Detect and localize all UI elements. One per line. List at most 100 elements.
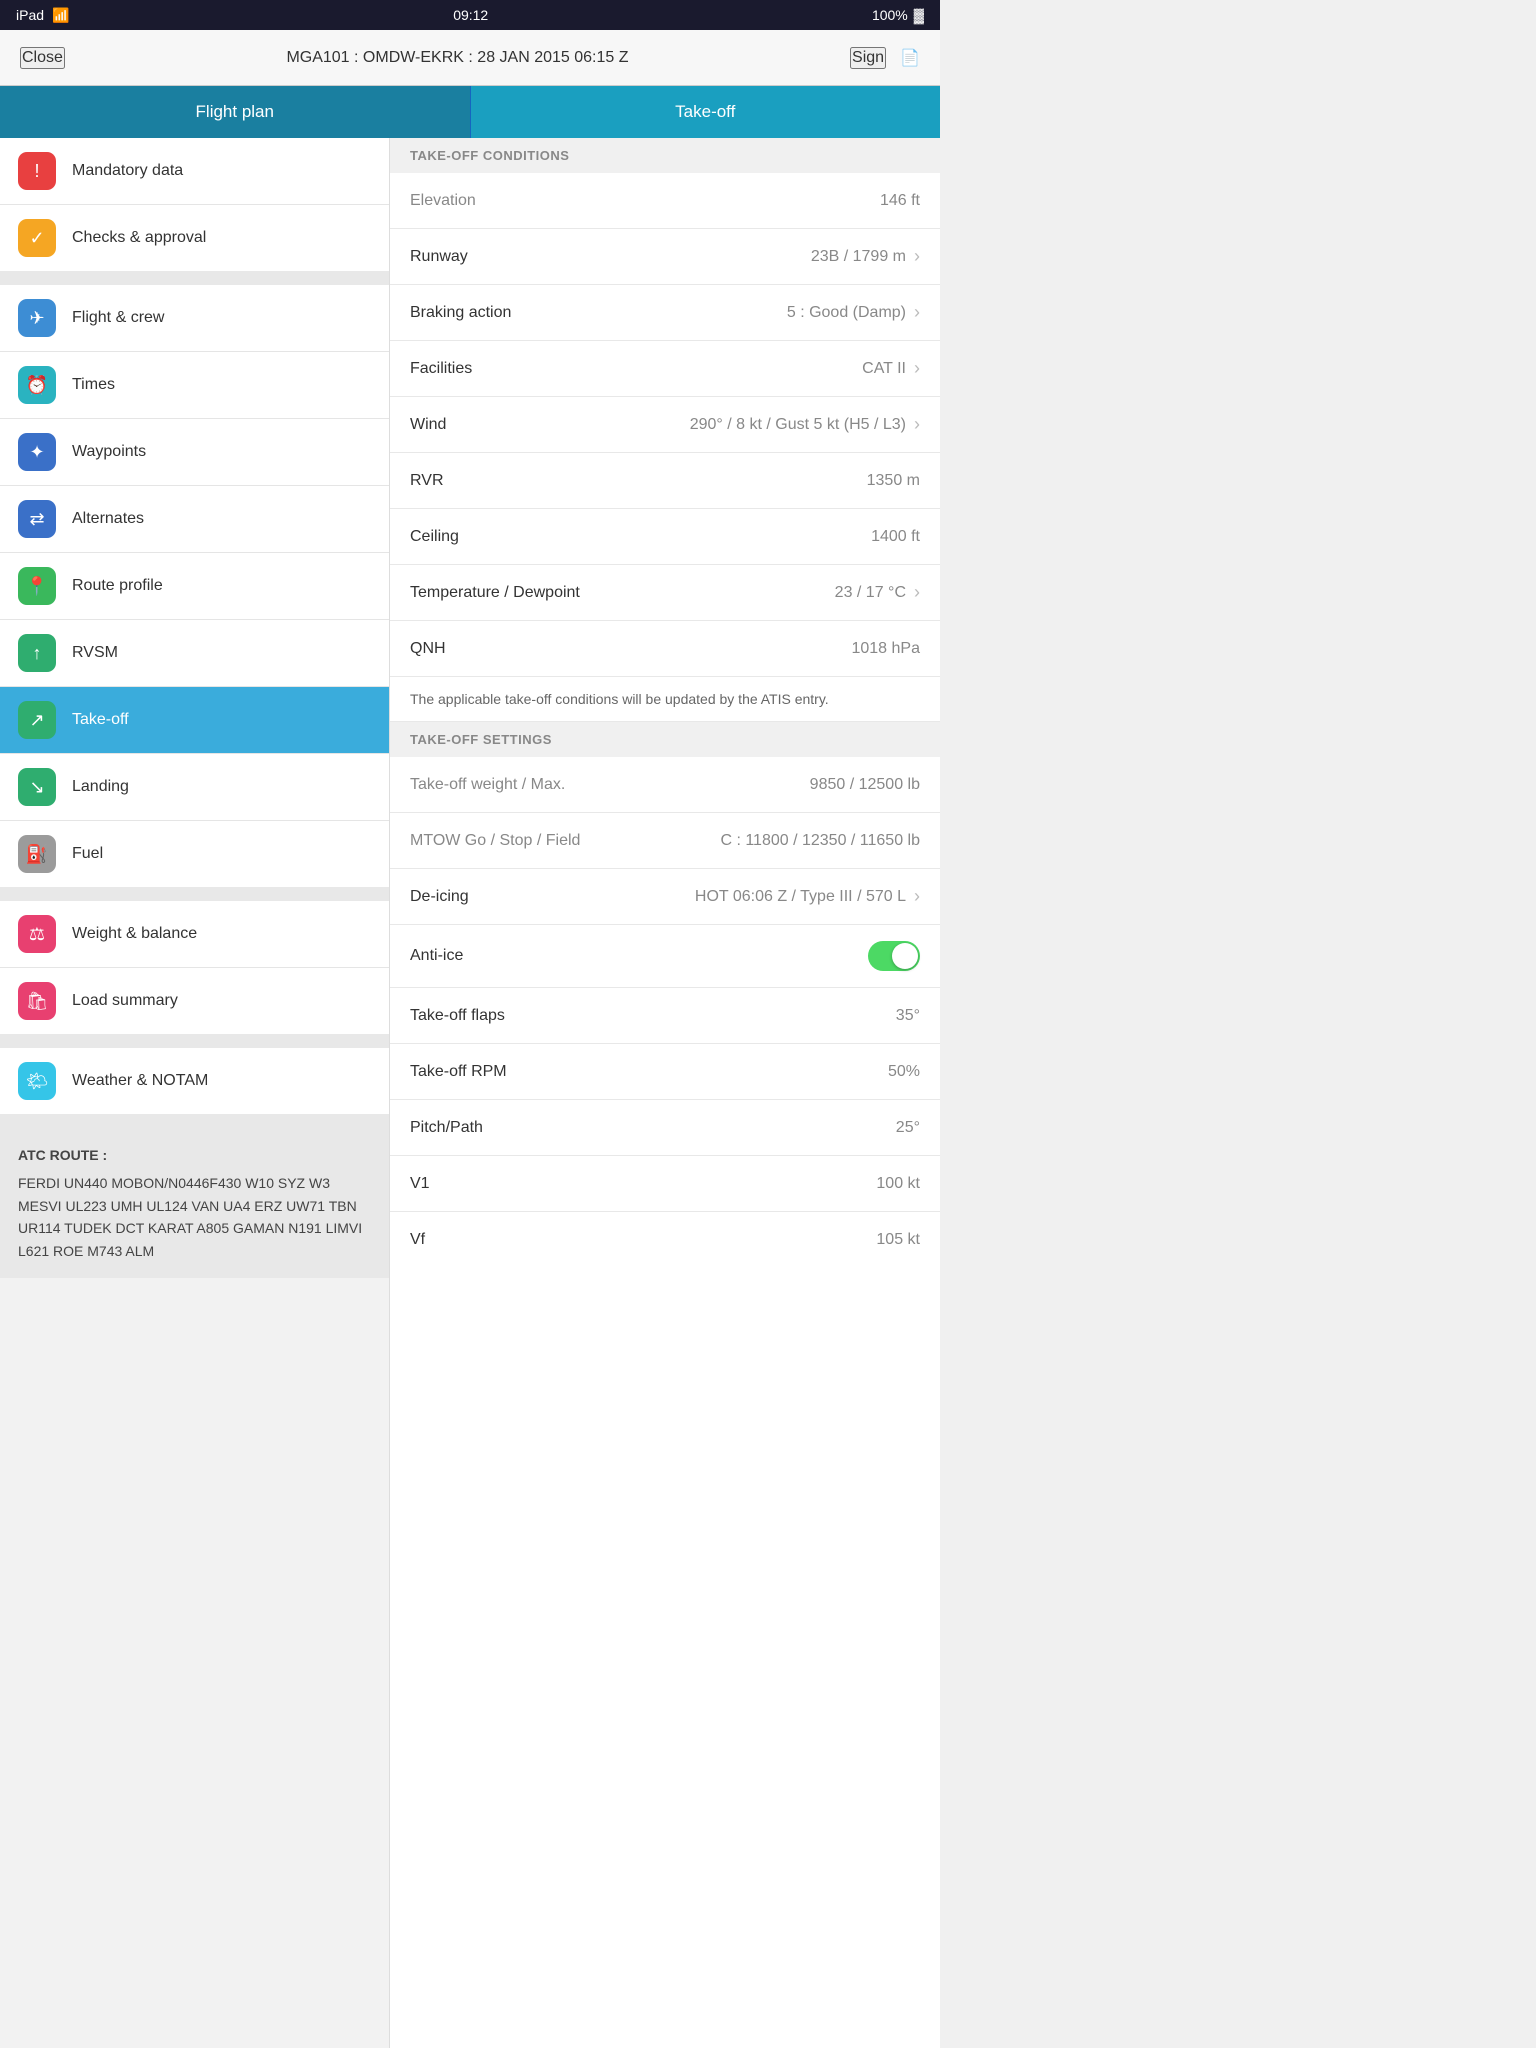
- temp-dewpoint-row[interactable]: Temperature / Dewpoint 23 / 17 °C ›: [390, 565, 940, 621]
- facilities-label: Facilities: [410, 360, 472, 378]
- tab-takeoff[interactable]: Take-off: [471, 86, 941, 138]
- atis-info-text: The applicable take-off conditions will …: [390, 677, 940, 722]
- v1-value: 100 kt: [876, 1175, 920, 1193]
- rvsm-icon: ↑: [18, 634, 56, 672]
- sidebar-group-3: ⚖ Weight & balance 🛍 Load summary: [0, 901, 389, 1034]
- sidebar-item-landing[interactable]: ↘ Landing: [0, 754, 389, 821]
- fuel-label: Fuel: [72, 845, 103, 863]
- sidebar-item-fuel[interactable]: ⛽ Fuel: [0, 821, 389, 887]
- anti-ice-row[interactable]: Anti-ice: [390, 925, 940, 988]
- fuel-icon: ⛽: [18, 835, 56, 873]
- sidebar-item-rvsm[interactable]: ↑ RVSM: [0, 620, 389, 687]
- takeoff-rpm-row: Take-off RPM 50%: [390, 1044, 940, 1100]
- weight-balance-icon: ⚖: [18, 915, 56, 953]
- ceiling-row: Ceiling 1400 ft: [390, 509, 940, 565]
- sidebar-group-2: ✈ Flight & crew ⏰ Times ✦ Waypoints ⇄ Al…: [0, 285, 389, 887]
- elevation-value: 146 ft: [880, 192, 920, 210]
- route-profile-label: Route profile: [72, 577, 163, 595]
- flight-crew-icon: ✈: [18, 299, 56, 337]
- runway-label: Runway: [410, 248, 468, 266]
- ceiling-label: Ceiling: [410, 528, 459, 546]
- flight-crew-label: Flight & crew: [72, 309, 164, 327]
- wind-chevron: ›: [914, 414, 920, 435]
- qnh-row: QNH 1018 hPa: [390, 621, 940, 677]
- pitch-path-row: Pitch/Path 25°: [390, 1100, 940, 1156]
- facilities-value: CAT II ›: [862, 358, 920, 379]
- sidebar-gap-2: [0, 887, 389, 901]
- temp-dewpoint-value: 23 / 17 °C ›: [835, 582, 920, 603]
- runway-row[interactable]: Runway 23B / 1799 m ›: [390, 229, 940, 285]
- runway-chevron: ›: [914, 246, 920, 267]
- sidebar-item-load-summary[interactable]: 🛍 Load summary: [0, 968, 389, 1034]
- rvsm-label: RVSM: [72, 644, 118, 662]
- mtow-row: MTOW Go / Stop / Field C : 11800 / 12350…: [390, 813, 940, 869]
- takeoff-label: Take-off: [72, 711, 129, 729]
- takeoff-weight-row: Take-off weight / Max. 9850 / 12500 lb: [390, 757, 940, 813]
- anti-ice-toggle[interactable]: [868, 941, 920, 971]
- status-right: 100% ▓: [872, 7, 924, 23]
- sidebar-item-times[interactable]: ⏰ Times: [0, 352, 389, 419]
- times-label: Times: [72, 376, 115, 394]
- takeoff-rpm-value: 50%: [888, 1063, 920, 1081]
- runway-value: 23B / 1799 m ›: [811, 246, 920, 267]
- weather-notam-label: Weather & NOTAM: [72, 1072, 208, 1090]
- takeoff-weight-value: 9850 / 12500 lb: [810, 776, 920, 794]
- deicing-row[interactable]: De-icing HOT 06:06 Z / Type III / 570 L …: [390, 869, 940, 925]
- landing-icon: ↘: [18, 768, 56, 806]
- qnh-value: 1018 hPa: [851, 640, 920, 658]
- braking-action-value: 5 : Good (Damp) ›: [787, 302, 920, 323]
- nav-bar: Close MGA101 : OMDW-EKRK : 28 JAN 2015 0…: [0, 30, 940, 86]
- takeoff-rpm-label: Take-off RPM: [410, 1063, 507, 1081]
- mtow-value: C : 11800 / 12350 / 11650 lb: [720, 832, 920, 850]
- pitch-path-label: Pitch/Path: [410, 1119, 483, 1137]
- sidebar-item-mandatory-data[interactable]: ! Mandatory data: [0, 138, 389, 205]
- sidebar-gap-1: [0, 271, 389, 285]
- sidebar-item-alternates[interactable]: ⇄ Alternates: [0, 486, 389, 553]
- sidebar-item-takeoff[interactable]: ↗ Take-off: [0, 687, 389, 754]
- nav-right-actions: Sign 📄: [850, 47, 920, 69]
- landing-label: Landing: [72, 778, 129, 796]
- flight-title: MGA101 : OMDW-EKRK : 28 JAN 2015 06:15 Z: [286, 49, 628, 67]
- temp-dewpoint-label: Temperature / Dewpoint: [410, 584, 580, 602]
- main-layout: ! Mandatory data ✓ Checks & approval ✈ F…: [0, 138, 940, 2048]
- atc-route-text: FERDI UN440 MOBON/N0446F430 W10 SYZ W3 M…: [18, 1172, 371, 1262]
- load-summary-label: Load summary: [72, 992, 178, 1010]
- sign-button[interactable]: Sign: [850, 47, 886, 69]
- elevation-label: Elevation: [410, 192, 476, 210]
- rvr-label: RVR: [410, 472, 444, 490]
- pitch-path-value: 25°: [896, 1119, 920, 1137]
- checks-approval-icon: ✓: [18, 219, 56, 257]
- ceiling-value: 1400 ft: [871, 528, 920, 546]
- sidebar-item-weather-notam[interactable]: 🌤 Weather & NOTAM: [0, 1048, 389, 1114]
- takeoff-flaps-label: Take-off flaps: [410, 1007, 505, 1025]
- sidebar: ! Mandatory data ✓ Checks & approval ✈ F…: [0, 138, 390, 2048]
- tab-flight-plan[interactable]: Flight plan: [0, 86, 471, 138]
- mandatory-data-label: Mandatory data: [72, 162, 183, 180]
- facilities-chevron: ›: [914, 358, 920, 379]
- deicing-value: HOT 06:06 Z / Type III / 570 L ›: [695, 886, 920, 907]
- sidebar-item-route-profile[interactable]: 📍 Route profile: [0, 553, 389, 620]
- takeoff-conditions-header: TAKE-OFF CONDITIONS: [390, 138, 940, 173]
- atc-route-section: ATC ROUTE : FERDI UN440 MOBON/N0446F430 …: [0, 1128, 389, 1278]
- wind-label: Wind: [410, 416, 446, 434]
- takeoff-flaps-value: 35°: [896, 1007, 920, 1025]
- v1-row: V1 100 kt: [390, 1156, 940, 1212]
- tab-header: Flight plan Take-off: [0, 86, 940, 138]
- takeoff-weight-label: Take-off weight / Max.: [410, 776, 565, 794]
- wind-row[interactable]: Wind 290° / 8 kt / Gust 5 kt (H5 / L3) ›: [390, 397, 940, 453]
- temp-chevron: ›: [914, 582, 920, 603]
- alternates-icon: ⇄: [18, 500, 56, 538]
- sidebar-gap-3: [0, 1034, 389, 1048]
- sidebar-item-waypoints[interactable]: ✦ Waypoints: [0, 419, 389, 486]
- wind-value: 290° / 8 kt / Gust 5 kt (H5 / L3) ›: [690, 414, 920, 435]
- sidebar-gap-4: [0, 1114, 389, 1128]
- facilities-row[interactable]: Facilities CAT II ›: [390, 341, 940, 397]
- sidebar-item-checks-approval[interactable]: ✓ Checks & approval: [0, 205, 389, 271]
- braking-action-row[interactable]: Braking action 5 : Good (Damp) ›: [390, 285, 940, 341]
- document-icon[interactable]: 📄: [900, 48, 920, 68]
- braking-action-label: Braking action: [410, 304, 511, 322]
- alternates-label: Alternates: [72, 510, 144, 528]
- sidebar-item-flight-crew[interactable]: ✈ Flight & crew: [0, 285, 389, 352]
- sidebar-item-weight-balance[interactable]: ⚖ Weight & balance: [0, 901, 389, 968]
- close-button[interactable]: Close: [20, 47, 65, 69]
